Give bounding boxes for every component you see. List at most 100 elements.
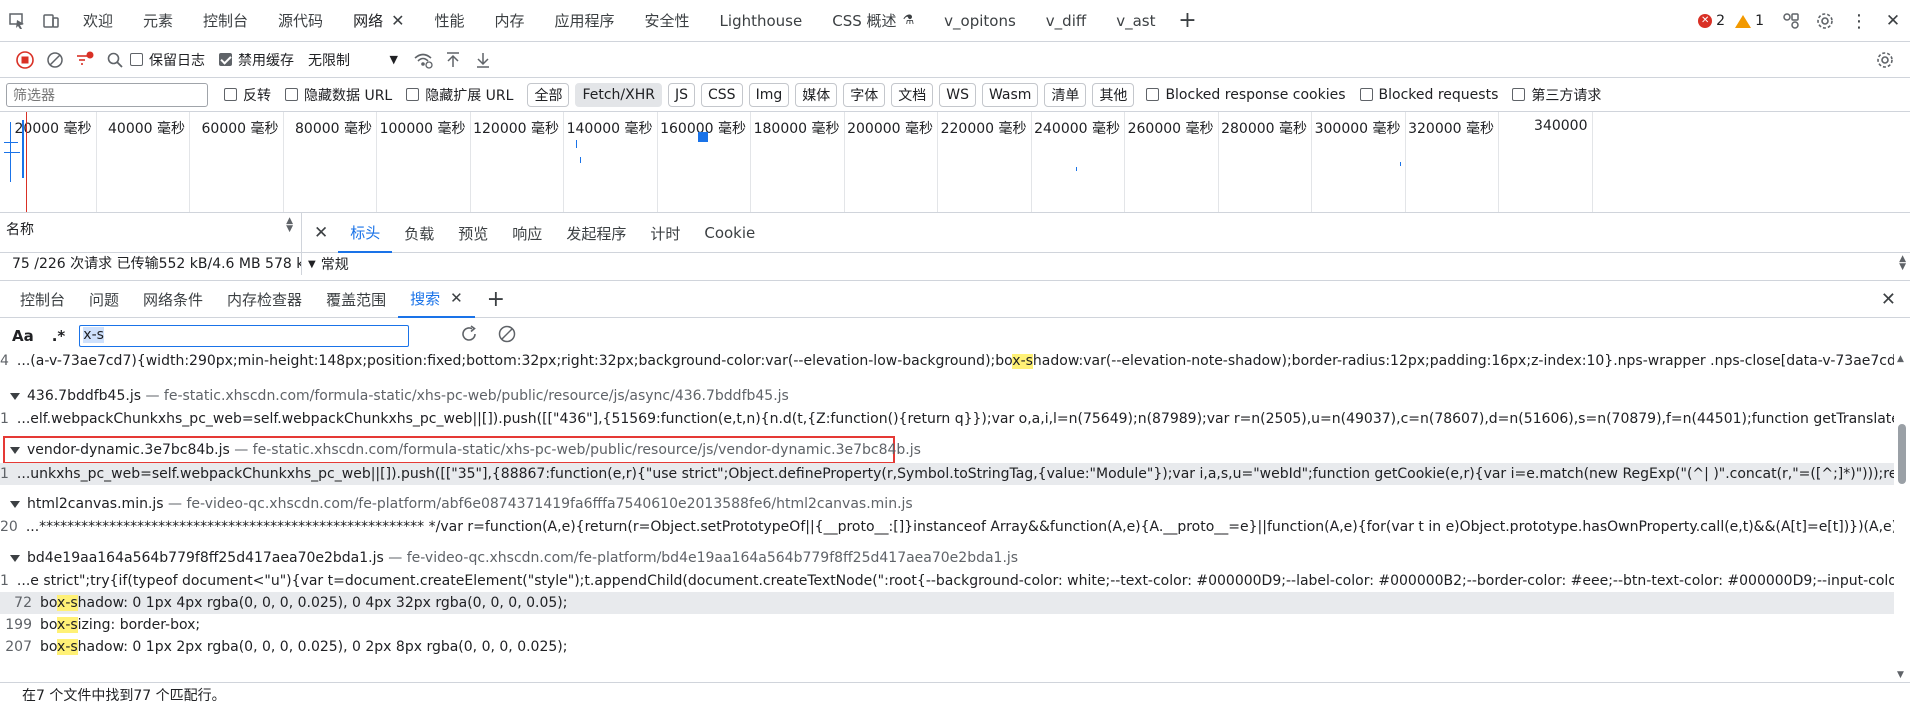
- regex-toggle[interactable]: .*: [52, 327, 66, 345]
- third-party-checkbox[interactable]: 第三方请求: [1512, 85, 1601, 105]
- tab-security[interactable]: 安全性: [630, 0, 705, 42]
- sort-icon: ▲ ▼: [1899, 254, 1906, 272]
- hide-data-url-checkbox[interactable]: 隐藏数据 URL: [285, 85, 392, 105]
- preserve-log-checkbox[interactable]: 保留日志: [130, 50, 205, 70]
- type-filter-img[interactable]: Img: [748, 82, 790, 107]
- tab-memory[interactable]: 内存: [480, 0, 540, 42]
- result-line[interactable]: 1 ...unkxhs_pc_web=self.webpackChunkxhs_…: [0, 463, 1894, 485]
- match-case-toggle[interactable]: Aa: [12, 327, 34, 345]
- type-filter-manifest[interactable]: 清单: [1044, 82, 1087, 107]
- result-file-header[interactable]: html2canvas.min.js — fe-video-qc.xhscdn.…: [10, 496, 913, 512]
- tab-application[interactable]: 应用程序: [540, 0, 630, 42]
- export-har-icon[interactable]: [468, 45, 498, 75]
- tab-sources[interactable]: 源代码: [263, 0, 338, 42]
- tab-v-opitons[interactable]: v_opitons: [929, 0, 1031, 42]
- tab-css-overview[interactable]: CSS 概述 ⚗: [817, 0, 929, 42]
- customize-icon[interactable]: [1774, 0, 1808, 42]
- result-line[interactable]: 1 ...e strict";try{if(typeof document<"u…: [0, 570, 1894, 592]
- network-overview-timeline[interactable]: 20000 毫秒 40000 毫秒 60000 毫秒 80000 毫秒 100000 毫…: [0, 112, 1910, 213]
- timeline-tick-label: 200000 毫秒: [847, 121, 933, 137]
- drawer-tab-network-conditions[interactable]: 网络条件: [131, 281, 215, 318]
- result-line[interactable]: 207 box-shadow: 0 1px 2px rgba(0, 0, 0, …: [0, 636, 1894, 658]
- result-file-header[interactable]: 436.7bddfb45.js — fe-static.xhscdn.com/f…: [10, 388, 789, 404]
- network-settings-gear-icon[interactable]: [1870, 45, 1900, 75]
- filter-icon[interactable]: [70, 45, 100, 75]
- refresh-icon[interactable]: [459, 324, 479, 348]
- throttling-select[interactable]: 无限制 ▼: [308, 50, 398, 70]
- add-drawer-tab-icon[interactable]: +: [475, 281, 517, 318]
- checkbox-icon: [406, 88, 420, 101]
- blocked-response-cookies-checkbox[interactable]: Blocked response cookies: [1146, 87, 1346, 103]
- more-options-icon[interactable]: ⋮: [1842, 0, 1876, 42]
- timeline-gridline: [189, 112, 190, 212]
- type-filter-doc[interactable]: 文档: [891, 82, 934, 107]
- close-devtools-icon[interactable]: ✕: [1876, 0, 1910, 42]
- tab-console[interactable]: 控制台: [188, 0, 263, 42]
- tab-network[interactable]: 网络 ✕: [338, 0, 419, 42]
- blocked-requests-checkbox[interactable]: Blocked requests: [1359, 87, 1498, 103]
- close-detail-icon[interactable]: ✕: [302, 223, 338, 243]
- type-filter-ws[interactable]: WS: [939, 82, 976, 107]
- tab-welcome[interactable]: 欢迎: [68, 0, 128, 42]
- result-file-header[interactable]: bd4e19aa164a564b779f8ff25d417aea70e2bda1…: [10, 550, 1018, 566]
- type-filter-other[interactable]: 其他: [1092, 82, 1135, 107]
- clear-icon[interactable]: [40, 45, 70, 75]
- inspect-element-icon[interactable]: [0, 0, 34, 42]
- type-filter-css[interactable]: CSS: [701, 82, 743, 107]
- filter-input[interactable]: [6, 82, 208, 107]
- close-drawer-icon[interactable]: ✕: [1881, 289, 1896, 310]
- result-line[interactable]: 1 ...elf.webpackChunkxhs_pc_web=self.web…: [0, 408, 1894, 430]
- scroll-up-icon[interactable]: ▲: [1897, 354, 1904, 364]
- results-scrollbar[interactable]: ▲ ▼: [1894, 354, 1910, 680]
- scroll-down-icon[interactable]: ▼: [1897, 670, 1904, 680]
- tab-cookies[interactable]: Cookie: [692, 213, 767, 253]
- close-icon[interactable]: ✕: [391, 11, 404, 30]
- network-conditions-icon[interactable]: [408, 45, 438, 75]
- type-filter-js[interactable]: JS: [668, 82, 696, 107]
- tab-initiator[interactable]: 发起程序: [554, 213, 638, 253]
- add-tab-icon[interactable]: +: [1170, 0, 1204, 42]
- tab-headers[interactable]: 标头: [338, 213, 393, 253]
- hide-extension-url-checkbox[interactable]: 隐藏扩展 URL: [406, 85, 513, 105]
- result-file-header[interactable]: vendor-dynamic.3e7bc84b.js — fe-static.x…: [10, 442, 921, 458]
- drawer-tab-search[interactable]: 搜索 ✕: [398, 281, 475, 318]
- result-line[interactable]: 199 box-sizing: border-box;: [0, 614, 1894, 636]
- tab-payload[interactable]: 负载: [392, 213, 446, 253]
- name-column-header[interactable]: 名称 ▲ ▼: [0, 213, 302, 253]
- clear-search-icon[interactable]: [497, 324, 517, 348]
- import-har-icon[interactable]: [438, 45, 468, 75]
- tab-elements[interactable]: 元素: [128, 0, 188, 42]
- search-status: 在7 个文件中找到77 个匹配行。: [0, 682, 1910, 707]
- scrollbar-thumb[interactable]: [1898, 424, 1906, 484]
- invert-checkbox[interactable]: 反转: [224, 85, 271, 105]
- error-counter[interactable]: ✕ 2 1: [1698, 13, 1764, 29]
- close-icon[interactable]: ✕: [450, 289, 463, 307]
- result-line[interactable]: 72 box-shadow: 0 1px 4px rgba(0, 0, 0, 0…: [0, 592, 1894, 614]
- type-filter-wasm[interactable]: Wasm: [981, 82, 1039, 107]
- result-line[interactable]: 4 ...(a-v-73ae7cd7){width:290px;min-heig…: [0, 354, 1894, 372]
- search-input[interactable]: x-s: [79, 325, 410, 347]
- drawer-tab-memory-inspector[interactable]: 内存检查器: [215, 281, 314, 318]
- tab-timing[interactable]: 计时: [638, 213, 692, 253]
- timeline-gridline: [1124, 112, 1125, 212]
- settings-gear-icon[interactable]: [1808, 0, 1842, 42]
- tab-preview[interactable]: 预览: [446, 213, 500, 253]
- type-filter-media[interactable]: 媒体: [795, 82, 838, 107]
- type-filter-all[interactable]: 全部: [527, 82, 570, 107]
- tab-v-ast[interactable]: v_ast: [1101, 0, 1170, 42]
- record-stop-icon[interactable]: [10, 45, 40, 75]
- device-toolbar-icon[interactable]: [34, 0, 68, 42]
- type-filter-fetch-xhr[interactable]: Fetch/XHR: [575, 82, 662, 107]
- drawer-tab-console[interactable]: 控制台: [8, 281, 77, 318]
- result-line[interactable]: 20 ...**********************************…: [0, 516, 1894, 538]
- drawer-tab-coverage[interactable]: 覆盖范围: [314, 281, 398, 318]
- tab-response[interactable]: 响应: [500, 213, 554, 253]
- tab-performance[interactable]: 性能: [419, 0, 479, 42]
- tab-lighthouse[interactable]: Lighthouse: [705, 0, 818, 42]
- general-section-header[interactable]: ▼ 常规 ▲ ▼: [302, 253, 1910, 275]
- type-filter-font[interactable]: 字体: [843, 82, 886, 107]
- tab-v-diff[interactable]: v_diff: [1031, 0, 1101, 42]
- disable-cache-checkbox[interactable]: 禁用缓存: [219, 50, 294, 70]
- drawer-tab-issues[interactable]: 问题: [77, 281, 131, 318]
- search-icon[interactable]: [100, 45, 130, 75]
